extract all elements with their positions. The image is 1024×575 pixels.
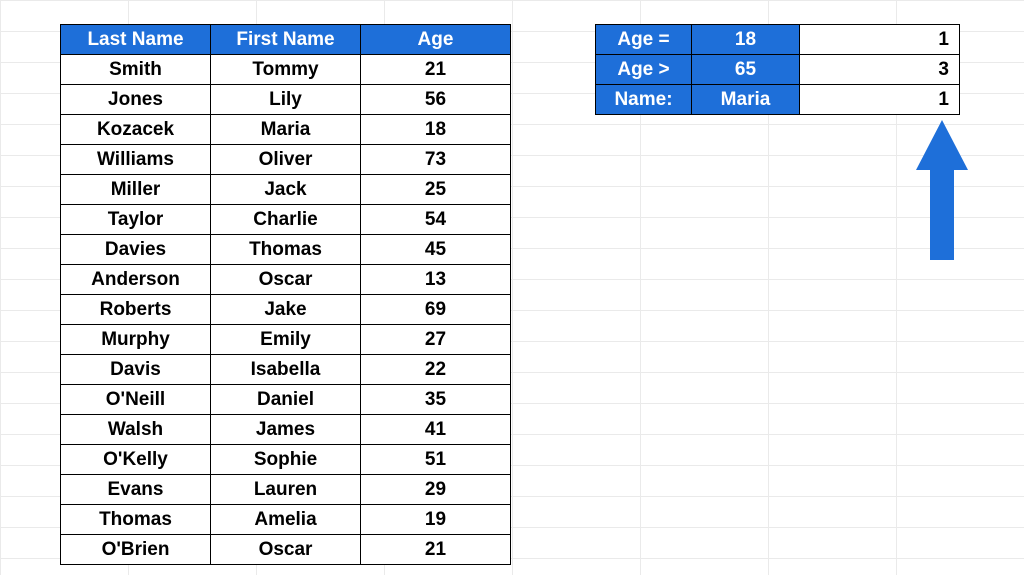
cell[interactable]: 22 [361, 355, 511, 385]
cell[interactable]: Jake [211, 295, 361, 325]
cell[interactable]: Sophie [211, 445, 361, 475]
table-row: SmithTommy21 [61, 55, 511, 85]
cell[interactable]: Roberts [61, 295, 211, 325]
table-row: TaylorCharlie54 [61, 205, 511, 235]
cell[interactable]: 29 [361, 475, 511, 505]
cell[interactable]: Davies [61, 235, 211, 265]
cell[interactable]: Thomas [211, 235, 361, 265]
cell[interactable]: Isabella [211, 355, 361, 385]
table-row: O'BrienOscar21 [61, 535, 511, 565]
cell[interactable]: Walsh [61, 415, 211, 445]
cell[interactable]: Oscar [211, 535, 361, 565]
cell[interactable]: Lauren [211, 475, 361, 505]
cell[interactable]: Amelia [211, 505, 361, 535]
table-row: ThomasAmelia19 [61, 505, 511, 535]
cell[interactable]: Williams [61, 145, 211, 175]
cell[interactable]: 19 [361, 505, 511, 535]
summary-value[interactable]: 18 [692, 25, 800, 55]
cell[interactable]: 54 [361, 205, 511, 235]
cell[interactable]: O'Neill [61, 385, 211, 415]
cell[interactable]: Anderson [61, 265, 211, 295]
col-header-age[interactable]: Age [361, 25, 511, 55]
summary-value[interactable]: 65 [692, 55, 800, 85]
cell[interactable]: Thomas [61, 505, 211, 535]
table-row: EvansLauren29 [61, 475, 511, 505]
cell[interactable]: 45 [361, 235, 511, 265]
cell[interactable]: 18 [361, 115, 511, 145]
table-row: AndersonOscar13 [61, 265, 511, 295]
summary-row: Name:Maria1 [596, 85, 960, 115]
cell[interactable]: Murphy [61, 325, 211, 355]
cell[interactable]: Oscar [211, 265, 361, 295]
cell[interactable]: James [211, 415, 361, 445]
cell[interactable]: 41 [361, 415, 511, 445]
data-table: Last Name First Name Age SmithTommy21Jon… [60, 24, 511, 565]
cell[interactable]: Oliver [211, 145, 361, 175]
cell[interactable]: Davis [61, 355, 211, 385]
cell[interactable]: 51 [361, 445, 511, 475]
cell[interactable]: Taylor [61, 205, 211, 235]
cell[interactable]: 73 [361, 145, 511, 175]
table-header-row: Last Name First Name Age [61, 25, 511, 55]
summary-value[interactable]: Maria [692, 85, 800, 115]
cell[interactable]: 35 [361, 385, 511, 415]
cell[interactable]: Evans [61, 475, 211, 505]
summary-table: Age =181Age >653Name:Maria1 [595, 24, 960, 115]
summary-row: Age >653 [596, 55, 960, 85]
col-header-firstname[interactable]: First Name [211, 25, 361, 55]
worksheet: Last Name First Name Age SmithTommy21Jon… [0, 0, 1024, 575]
cell[interactable]: Maria [211, 115, 361, 145]
summary-result[interactable]: 1 [800, 85, 960, 115]
cell[interactable]: Jack [211, 175, 361, 205]
table-row: MillerJack25 [61, 175, 511, 205]
table-row: KozacekMaria18 [61, 115, 511, 145]
cell[interactable]: 21 [361, 535, 511, 565]
table-row: WalshJames41 [61, 415, 511, 445]
table-row: O'NeillDaniel35 [61, 385, 511, 415]
summary-row: Age =181 [596, 25, 960, 55]
table-row: WilliamsOliver73 [61, 145, 511, 175]
cell[interactable]: 56 [361, 85, 511, 115]
col-header-lastname[interactable]: Last Name [61, 25, 211, 55]
cell[interactable]: Smith [61, 55, 211, 85]
summary-result[interactable]: 1 [800, 25, 960, 55]
cell[interactable]: Lily [211, 85, 361, 115]
summary-label[interactable]: Age > [596, 55, 692, 85]
table-row: DavisIsabella22 [61, 355, 511, 385]
cell[interactable]: O'Kelly [61, 445, 211, 475]
cell[interactable]: Jones [61, 85, 211, 115]
cell[interactable]: O'Brien [61, 535, 211, 565]
cell[interactable]: Emily [211, 325, 361, 355]
table-row: MurphyEmily27 [61, 325, 511, 355]
cell[interactable]: Tommy [211, 55, 361, 85]
table-row: DaviesThomas45 [61, 235, 511, 265]
cell[interactable]: 21 [361, 55, 511, 85]
cell[interactable]: 69 [361, 295, 511, 325]
cell[interactable]: Daniel [211, 385, 361, 415]
cell[interactable]: 27 [361, 325, 511, 355]
cell[interactable]: 25 [361, 175, 511, 205]
arrow-up-icon [916, 120, 968, 260]
cell[interactable]: Kozacek [61, 115, 211, 145]
summary-label[interactable]: Name: [596, 85, 692, 115]
cell[interactable]: Miller [61, 175, 211, 205]
summary-result[interactable]: 3 [800, 55, 960, 85]
table-row: O'KellySophie51 [61, 445, 511, 475]
summary-label[interactable]: Age = [596, 25, 692, 55]
table-row: RobertsJake69 [61, 295, 511, 325]
table-row: JonesLily56 [61, 85, 511, 115]
cell[interactable]: Charlie [211, 205, 361, 235]
cell[interactable]: 13 [361, 265, 511, 295]
